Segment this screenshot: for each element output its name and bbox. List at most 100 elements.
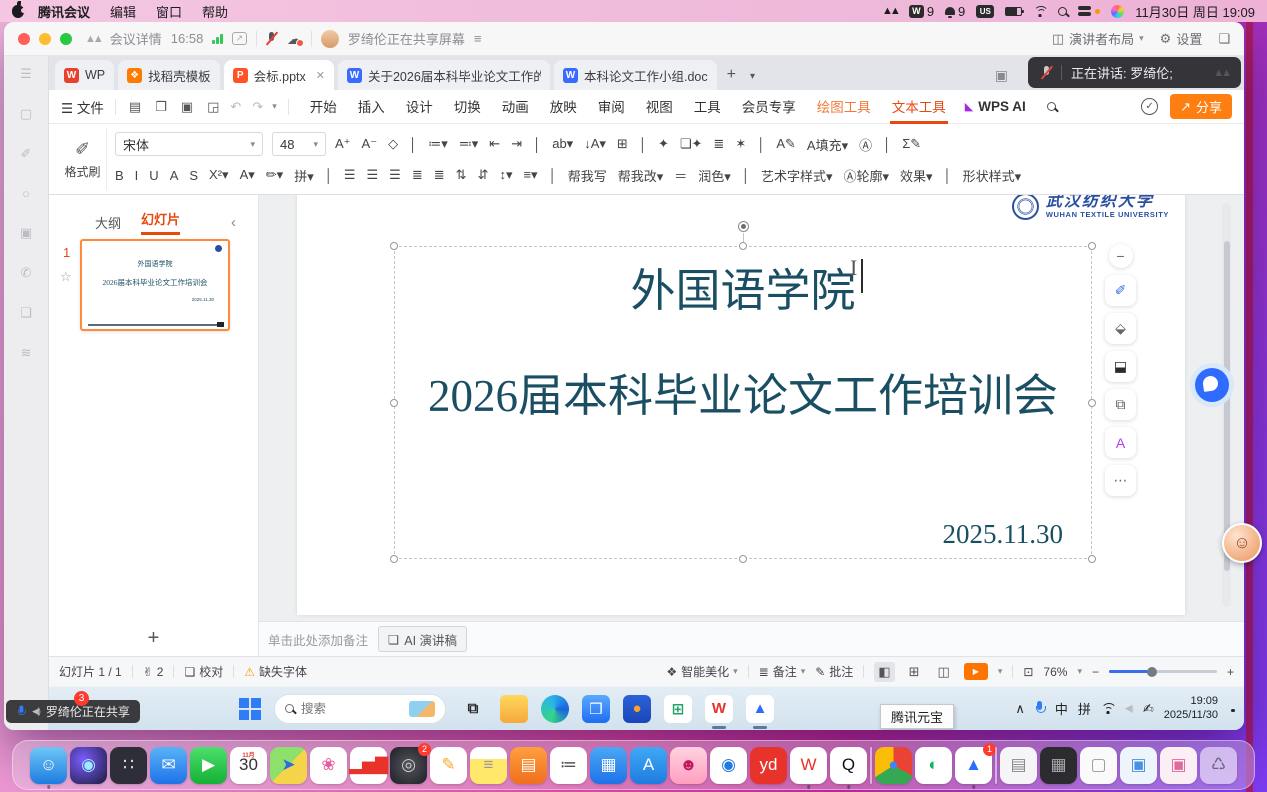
resize-handle-nw[interactable]	[390, 242, 398, 250]
tray-wifi-icon[interactable]	[1101, 703, 1115, 714]
toolbar-button[interactable]: ☰	[344, 167, 356, 183]
toolbar-button[interactable]: ⇅	[456, 167, 467, 183]
taskbar-app-orange[interactable]: ●	[623, 695, 651, 723]
missing-font-warning[interactable]: ⚠ 缺失字体	[244, 663, 307, 680]
play-options-caret-icon[interactable]: ▾	[998, 666, 1003, 677]
menu-draw-tools[interactable]: 绘图工具	[815, 90, 873, 124]
toolbar-button[interactable]: ❏✦	[680, 136, 703, 152]
toolbar-button[interactable]: I	[135, 168, 139, 183]
quick-access-icon[interactable]: ▣	[179, 99, 195, 115]
redo-icon[interactable]: ↷	[250, 99, 265, 115]
dock-app-store[interactable]: A	[630, 747, 667, 784]
resize-handle-ne[interactable]	[1088, 242, 1096, 250]
fit-slide-icon[interactable]: ⊡	[1023, 665, 1033, 679]
resize-handle-se[interactable]	[1088, 555, 1096, 563]
meeting-menubar-icon[interactable]: ▲▲	[882, 5, 898, 17]
menu-member[interactable]: 会员专享	[740, 90, 798, 124]
dock-qq[interactable]: Q	[830, 747, 867, 784]
notification-menubar-item[interactable]: 9	[945, 4, 965, 19]
rail-more[interactable]: ⋯	[1105, 465, 1136, 496]
fullscreen-button[interactable]: ❏	[1218, 31, 1230, 47]
taskbar-task-view[interactable]: ⧉	[459, 695, 487, 723]
tray-pen-icon[interactable]: ✍	[1143, 701, 1154, 717]
battery-icon[interactable]	[1005, 7, 1022, 16]
dock-dark-app[interactable]: ◎ 2	[390, 747, 427, 784]
applause-counter[interactable]: ✌ 2	[143, 665, 164, 679]
slide-subtitle[interactable]: 2026届本科毕业论文工作培训会	[395, 359, 1091, 424]
dock-siri[interactable]: ◉	[70, 747, 107, 784]
toolbar-button[interactable]: ≣	[434, 167, 445, 183]
control-center-item[interactable]	[1078, 6, 1100, 16]
menu-view[interactable]: 视图	[644, 90, 675, 124]
toolbar-button[interactable]: ⊞	[617, 136, 628, 152]
rotate-handle[interactable]	[738, 221, 749, 232]
quick-access-icon[interactable]: ❐	[153, 99, 169, 115]
dock-chart-app[interactable]: ▂▅▇	[350, 747, 387, 784]
proofread-button[interactable]: ❏ 校对	[184, 663, 223, 680]
panel-icon[interactable]: ▣	[20, 225, 32, 241]
toolbar-button[interactable]: ≕▾	[459, 136, 479, 152]
rail-shape-format[interactable]: ⧉	[1105, 389, 1136, 420]
collapse-panel-icon[interactable]: ‹	[231, 214, 236, 231]
toolbar-button[interactable]: 效果▾	[900, 166, 933, 185]
zoom-out-button[interactable]: −	[1092, 665, 1099, 679]
toolbar-button[interactable]: ✦	[658, 136, 669, 152]
rail-display[interactable]: ⬓	[1105, 351, 1136, 382]
tab-xiaozu-doc[interactable]: W 本科论文工作小组.doc	[554, 60, 717, 90]
windows-start-button[interactable]	[239, 698, 261, 720]
taskbar-wps[interactable]: W	[705, 695, 733, 723]
toolbar-button[interactable]: A	[170, 168, 179, 183]
resize-handle-sw[interactable]	[390, 555, 398, 563]
quick-access-icon[interactable]: ▤	[127, 99, 143, 115]
menu-animation[interactable]: 动画	[500, 90, 531, 124]
toolbar-button[interactable]: ✶	[735, 136, 746, 152]
slide-sorter-view-button[interactable]: ⊞	[905, 662, 924, 682]
toolbar-button[interactable]: ≔▾	[428, 136, 448, 152]
undo-icon[interactable]: ↶	[228, 99, 243, 115]
quick-access-caret-icon[interactable]: ▾	[272, 101, 277, 112]
mic-muted-icon[interactable]	[266, 31, 278, 46]
dock-calendar[interactable]: 11月 30	[230, 747, 267, 784]
toolbar-button[interactable]: │	[639, 137, 647, 152]
ai-speech-notes-button[interactable]: ❏ AI 演讲稿	[378, 626, 467, 652]
zoom-in-button[interactable]: +	[1227, 665, 1234, 679]
layout-switch-button[interactable]: ◫ 演讲者布局 ▾	[1052, 29, 1144, 48]
font-name-select[interactable]: 宋体▾	[115, 132, 263, 156]
taskbar-office-grid[interactable]: ⊞	[664, 695, 692, 723]
tab-outline[interactable]: 大纲	[95, 213, 121, 232]
toolbar-button[interactable]: │	[533, 137, 541, 152]
menubar-clock[interactable]: 11月30日 周日 19:09	[1135, 2, 1255, 21]
smart-beautify-button[interactable]: ❖ 智能美化 ▾	[666, 663, 737, 680]
toolbar-button[interactable]: ab▾	[552, 136, 573, 152]
dock-maps[interactable]: ➤	[270, 747, 307, 784]
spotlight-search-icon[interactable]	[1058, 7, 1067, 16]
toolbar-button[interactable]: │	[883, 137, 891, 152]
toolbar-button[interactable]: ≣	[412, 167, 423, 183]
format-painter-button[interactable]: ✐ 格式刷	[59, 129, 107, 190]
slide-thumbnail[interactable]: 外国语学院 2026届本科毕业论文工作培训会 2025.11.30	[80, 239, 230, 331]
toolbar-button[interactable]: ＝	[674, 166, 687, 185]
tray-volume-icon[interactable]: ◀)	[1125, 703, 1133, 714]
menubar-menu-item[interactable]: 窗口	[156, 2, 182, 21]
wps-menubar-item[interactable]: W 9	[909, 4, 934, 19]
file-menu-button[interactable]: ☰ 文件	[61, 97, 104, 117]
comment-button[interactable]: ✎ 批注	[815, 663, 853, 680]
windows-search-box[interactable]	[274, 694, 446, 724]
dock-image-file-pink[interactable]: ▣	[1160, 747, 1197, 784]
dock-screenshot-file[interactable]: ▦	[1040, 747, 1077, 784]
dock-wps[interactable]: W	[790, 747, 827, 784]
toolbar-button[interactable]: ⇥	[511, 136, 522, 152]
taskbar-file-explorer[interactable]	[500, 695, 528, 723]
ime-language[interactable]: 中	[1055, 699, 1068, 718]
panel-icon[interactable]: ✆	[21, 265, 32, 281]
toolbar-button[interactable]: A▾	[240, 167, 255, 183]
settings-button[interactable]: ⚙ 设置	[1160, 29, 1203, 48]
normal-view-button[interactable]: ◧	[874, 662, 894, 682]
menubar-app-name[interactable]: 腾讯会议	[38, 2, 90, 21]
favorite-star-icon[interactable]: ☆	[60, 269, 72, 285]
toolbar-button[interactable]: X²▾	[209, 167, 229, 183]
scrollbar-thumb[interactable]	[1224, 241, 1230, 571]
ime-mode[interactable]: 拼	[1078, 699, 1091, 718]
dock-divider[interactable]	[870, 747, 872, 784]
tab-slides[interactable]: 幻灯片	[141, 209, 180, 235]
